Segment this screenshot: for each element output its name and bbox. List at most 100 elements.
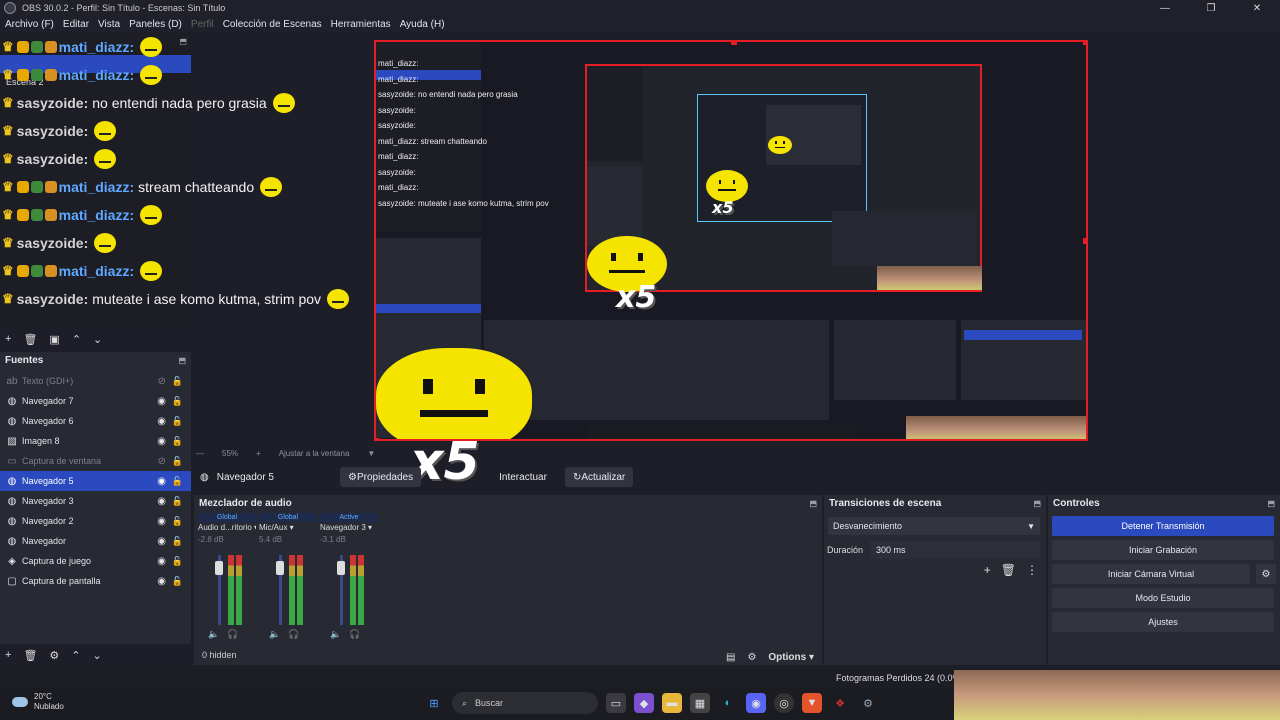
menu-coleccion[interactable]: Colección de Escenas: [223, 19, 322, 30]
source-item[interactable]: ◍ Navegador ◉ 🔓: [0, 531, 191, 551]
refresh-button[interactable]: ↻ Actualizar: [564, 467, 634, 487]
folder-icon[interactable]: ▬: [662, 693, 682, 713]
dock-float-icon[interactable]: ⬒: [1033, 499, 1041, 508]
lock-icon[interactable]: 🔓: [172, 436, 183, 447]
properties-button[interactable]: ⚙ Propiedades: [340, 467, 422, 487]
lock-icon[interactable]: 🔓: [172, 576, 183, 587]
speaker-icon[interactable]: 🔈: [208, 629, 219, 640]
menu-archivo[interactable]: Archivo (F): [5, 19, 54, 30]
store-icon[interactable]: ▦: [690, 693, 710, 713]
down-arrow-icon[interactable]: ⌄: [93, 333, 102, 346]
windows-start-icon[interactable]: ⊞: [424, 693, 444, 713]
widgets-icon[interactable]: ◆: [634, 693, 654, 713]
menu-herramientas[interactable]: Herramientas: [331, 19, 391, 30]
speaker-icon[interactable]: 🔈: [269, 629, 280, 640]
obs-icon[interactable]: ◎: [774, 693, 794, 713]
lock-icon[interactable]: 🔓: [172, 556, 183, 567]
source-item[interactable]: ▢ Captura de pantalla ◉ 🔓: [0, 571, 191, 591]
layout-icon[interactable]: ▤: [726, 652, 735, 663]
close-icon[interactable]: ✕: [1234, 0, 1280, 16]
channel-name[interactable]: Audio d...ritorio ▾: [198, 522, 256, 534]
interact-button[interactable]: Interactuar: [491, 467, 555, 487]
source-item[interactable]: ▨ Imagen 8 ◉ 🔓: [0, 431, 191, 451]
minimize-icon[interactable]: —: [1142, 0, 1188, 16]
settings-icon[interactable]: ⚙: [747, 652, 756, 663]
trash-icon[interactable]: 🗑: [1001, 563, 1016, 577]
headphones-icon[interactable]: 🎧: [288, 629, 299, 640]
source-item[interactable]: ▭ Captura de ventana ⊘ 🔓: [0, 451, 191, 471]
discord-icon[interactable]: ◉: [746, 693, 766, 713]
resize-handle[interactable]: [1083, 238, 1086, 244]
steam-icon[interactable]: ⚙: [858, 693, 878, 713]
gear-icon[interactable]: ⚙: [1256, 564, 1276, 584]
menu-paneles[interactable]: Paneles (D): [129, 19, 182, 30]
up-arrow-icon[interactable]: ⌃: [71, 649, 80, 662]
duration-input[interactable]: 300 ms: [870, 541, 1040, 559]
menu-editar[interactable]: Editar: [63, 19, 89, 30]
down-arrow-icon[interactable]: ⌄: [93, 649, 102, 662]
source-item[interactable]: ◈ Captura de juego ◉ 🔓: [0, 551, 191, 571]
source-item[interactable]: ◍ Navegador 7 ◉ 🔓: [0, 391, 191, 411]
eye-icon[interactable]: ◉: [157, 556, 166, 567]
eye-icon[interactable]: ◉: [157, 416, 166, 427]
weather-widget[interactable]: 20°C Nublado: [12, 692, 64, 712]
fit-window-label[interactable]: Ajustar a la ventana: [279, 449, 350, 458]
resize-handle[interactable]: [731, 42, 737, 45]
eye-icon[interactable]: ◉: [157, 576, 166, 587]
source-item[interactable]: ab Texto (GDI+) ⊘ 🔓: [0, 371, 191, 391]
eye-hidden-icon[interactable]: ⊘: [158, 376, 166, 387]
lock-icon[interactable]: 🔓: [172, 396, 183, 407]
menu-perfil[interactable]: Perfil: [191, 19, 214, 30]
options-button[interactable]: Options ▾: [768, 652, 814, 663]
volume-slider-handle[interactable]: [276, 561, 284, 575]
lock-icon[interactable]: 🔓: [172, 536, 183, 547]
virtual-cam-button[interactable]: Iniciar Cámara Virtual: [1052, 564, 1250, 584]
settings-button[interactable]: Ajustes: [1052, 612, 1274, 632]
app-icon[interactable]: ❖: [830, 693, 850, 713]
preview-canvas[interactable]: mati_diazz: mati_diazz: sasyzoide: no ente…: [374, 40, 1088, 441]
menu-ayuda[interactable]: Ayuda (H): [400, 19, 445, 30]
up-arrow-icon[interactable]: ⌃: [72, 333, 81, 346]
lock-icon[interactable]: 🔓: [172, 376, 183, 387]
filter-icon[interactable]: ▣: [49, 333, 59, 346]
lock-icon[interactable]: 🔓: [172, 416, 183, 427]
eye-icon[interactable]: ◉: [157, 476, 166, 487]
add-icon[interactable]: +: [5, 333, 11, 345]
brave-icon[interactable]: ▼: [802, 693, 822, 713]
lock-icon[interactable]: 🔓: [172, 516, 183, 527]
eye-icon[interactable]: ◉: [157, 496, 166, 507]
lock-icon[interactable]: 🔓: [172, 476, 183, 487]
source-item[interactable]: ◍ Navegador 6 ◉ 🔓: [0, 411, 191, 431]
dock-float-icon[interactable]: ⬒: [1267, 499, 1275, 508]
eye-hidden-icon[interactable]: ⊘: [158, 456, 166, 467]
stop-stream-button[interactable]: Detener Transmisión: [1052, 516, 1274, 536]
dock-float-icon[interactable]: ⬒: [809, 499, 817, 508]
resize-handle[interactable]: [1083, 42, 1086, 45]
eye-icon[interactable]: ◉: [157, 536, 166, 547]
eye-icon[interactable]: ◉: [157, 516, 166, 527]
start-record-button[interactable]: Iniciar Grabación: [1052, 540, 1274, 560]
trash-icon[interactable]: 🗑: [23, 649, 37, 662]
add-icon[interactable]: +: [984, 563, 991, 577]
headphones-icon[interactable]: 🎧: [227, 629, 238, 640]
maximize-icon[interactable]: ❐: [1188, 0, 1234, 16]
menu-vista[interactable]: Vista: [98, 19, 120, 30]
source-item[interactable]: ◍ Navegador 5 ◉ 🔓: [0, 471, 191, 491]
channel-name[interactable]: Mic/Aux ▾: [259, 522, 317, 534]
eye-icon[interactable]: ◉: [157, 436, 166, 447]
taskbar-search[interactable]: ⌕ Buscar: [452, 692, 598, 714]
volume-slider-handle[interactable]: [215, 561, 223, 575]
channel-name[interactable]: Navegador 3 ▾: [320, 522, 378, 534]
studio-mode-button[interactable]: Modo Estudio: [1052, 588, 1274, 608]
gear-icon[interactable]: ⚙: [49, 649, 59, 662]
trash-icon[interactable]: 🗑: [23, 333, 37, 346]
zoom-minus[interactable]: —: [196, 449, 204, 458]
lock-icon[interactable]: 🔓: [172, 456, 183, 467]
zoom-plus[interactable]: +: [256, 449, 261, 458]
headphones-icon[interactable]: 🎧: [349, 629, 360, 640]
source-item[interactable]: ◍ Navegador 3 ◉ 🔓: [0, 491, 191, 511]
lock-icon[interactable]: 🔓: [172, 496, 183, 507]
eye-icon[interactable]: ◉: [157, 396, 166, 407]
transition-select[interactable]: Desvanecimiento ▼: [828, 517, 1040, 535]
more-icon[interactable]: ⋮: [1026, 563, 1038, 577]
